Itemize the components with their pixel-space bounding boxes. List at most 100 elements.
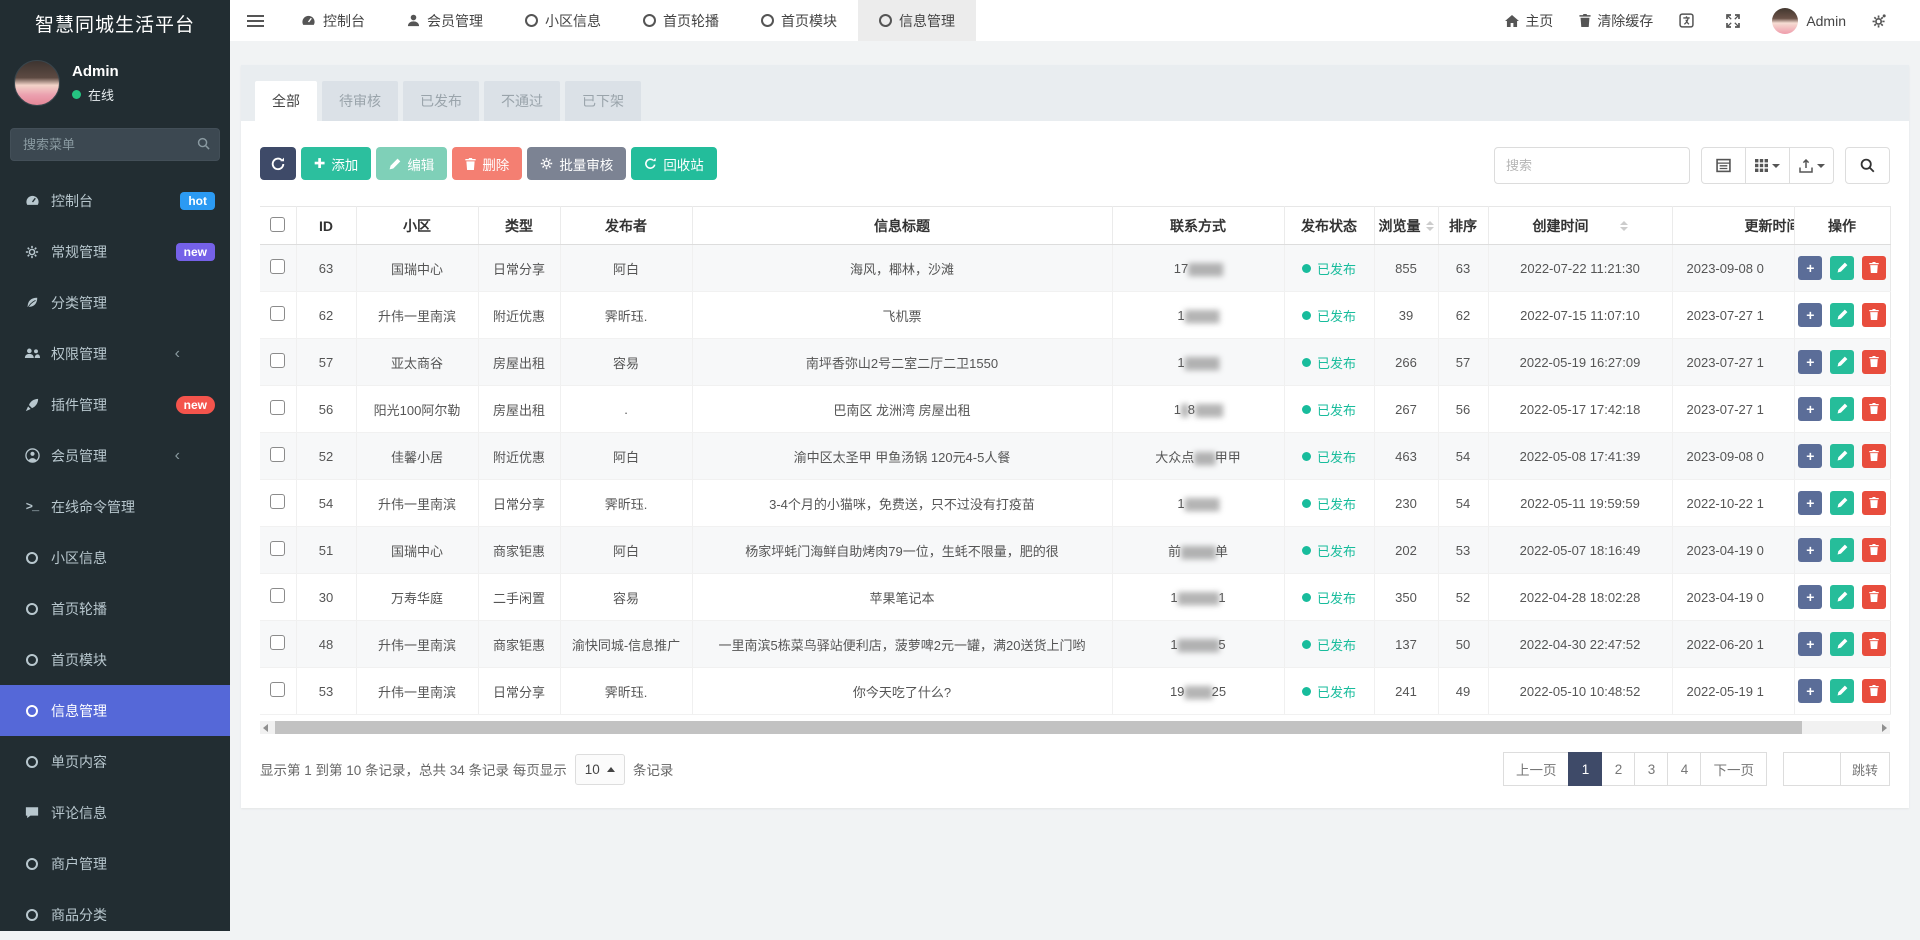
row-detail-button[interactable]: +: [1798, 632, 1822, 656]
row-checkbox[interactable]: [270, 353, 285, 368]
row-delete-button[interactable]: [1862, 350, 1886, 374]
tab-offline[interactable]: 已下架: [565, 81, 641, 121]
home-link[interactable]: 主页: [1492, 11, 1566, 31]
settings-button[interactable]: [1859, 13, 1906, 28]
row-edit-button[interactable]: [1830, 397, 1854, 421]
sidebar-item-merchants[interactable]: 商户管理: [0, 838, 230, 889]
sidebar-item-home-carousel[interactable]: 首页轮播: [0, 583, 230, 634]
delete-button[interactable]: 删除: [452, 147, 522, 180]
tab-all[interactable]: 全部: [255, 81, 317, 121]
sidebar-item-dashboard[interactable]: 控制台 hot: [0, 175, 230, 226]
nav-tab-dashboard[interactable]: 控制台: [280, 0, 386, 41]
table-search-input[interactable]: [1494, 147, 1690, 184]
row-delete-button[interactable]: [1862, 491, 1886, 515]
row-checkbox[interactable]: [270, 259, 285, 274]
page-button-3[interactable]: 3: [1634, 752, 1668, 786]
sidebar-item-comments[interactable]: 评论信息: [0, 787, 230, 838]
jump-button[interactable]: 跳转: [1840, 752, 1890, 786]
row-detail-button[interactable]: +: [1798, 585, 1822, 609]
scroll-left-icon[interactable]: [263, 724, 268, 732]
row-checkbox[interactable]: [270, 494, 285, 509]
nav-tab-info-management[interactable]: 信息管理: [858, 0, 976, 41]
sidebar-item-community-info[interactable]: 小区信息: [0, 532, 230, 583]
row-detail-button[interactable]: +: [1798, 679, 1822, 703]
detail-view-button[interactable]: [1701, 147, 1746, 184]
tab-pending[interactable]: 待审核: [322, 81, 398, 121]
row-detail-button[interactable]: +: [1798, 491, 1822, 515]
refresh-button[interactable]: [260, 147, 296, 180]
fullscreen-button[interactable]: [1713, 14, 1759, 28]
language-button[interactable]: [1666, 13, 1713, 28]
row-detail-button[interactable]: +: [1798, 350, 1822, 374]
clear-cache-button[interactable]: 清除缓存: [1566, 11, 1666, 31]
nav-tab-community-info[interactable]: 小区信息: [504, 0, 622, 41]
edit-button[interactable]: 编辑: [376, 147, 447, 180]
row-edit-button[interactable]: [1830, 444, 1854, 468]
col-updated[interactable]: 更新时间: [1672, 207, 1794, 245]
row-edit-button[interactable]: [1830, 585, 1854, 609]
row-checkbox[interactable]: [270, 682, 285, 697]
row-delete-button[interactable]: [1862, 679, 1886, 703]
tab-rejected[interactable]: 不通过: [484, 81, 560, 121]
row-delete-button[interactable]: [1862, 444, 1886, 468]
row-delete-button[interactable]: [1862, 538, 1886, 562]
columns-button[interactable]: [1745, 147, 1790, 184]
jump-page-input[interactable]: [1783, 752, 1841, 786]
page-button-2[interactable]: 2: [1601, 752, 1635, 786]
page-button-1[interactable]: 1: [1568, 752, 1602, 786]
row-edit-button[interactable]: [1830, 632, 1854, 656]
row-edit-button[interactable]: [1830, 303, 1854, 327]
user-menu[interactable]: Admin: [1759, 8, 1859, 34]
sidebar-search-input[interactable]: [10, 128, 220, 161]
page-button-4[interactable]: 4: [1667, 752, 1701, 786]
row-checkbox[interactable]: [270, 541, 285, 556]
batch-audit-button[interactable]: 批量审核: [527, 147, 626, 180]
row-checkbox[interactable]: [270, 400, 285, 415]
menu-toggle-icon[interactable]: [230, 0, 280, 41]
page-size-select[interactable]: 10: [575, 754, 625, 785]
row-delete-button[interactable]: [1862, 256, 1886, 280]
recycle-bin-button[interactable]: 回收站: [631, 147, 717, 180]
col-views[interactable]: 浏览量: [1374, 207, 1438, 245]
sidebar-item-category[interactable]: 分类管理: [0, 277, 230, 328]
sidebar-item-plugins[interactable]: 插件管理 new: [0, 379, 230, 430]
row-detail-button[interactable]: +: [1798, 303, 1822, 327]
select-all-checkbox[interactable]: [270, 217, 285, 232]
row-checkbox[interactable]: [270, 588, 285, 603]
row-delete-button[interactable]: [1862, 303, 1886, 327]
row-checkbox[interactable]: [270, 635, 285, 650]
nav-tab-home-carousel[interactable]: 首页轮播: [622, 0, 740, 41]
nav-tab-home-modules[interactable]: 首页模块: [740, 0, 858, 41]
row-edit-button[interactable]: [1830, 679, 1854, 703]
row-detail-button[interactable]: +: [1798, 397, 1822, 421]
search-button[interactable]: [1845, 147, 1890, 184]
row-detail-button[interactable]: +: [1798, 256, 1822, 280]
sidebar-item-members[interactable]: 会员管理 ‹: [0, 430, 230, 481]
row-delete-button[interactable]: [1862, 397, 1886, 421]
row-checkbox[interactable]: [270, 447, 285, 462]
row-delete-button[interactable]: [1862, 632, 1886, 656]
row-detail-button[interactable]: +: [1798, 444, 1822, 468]
add-button[interactable]: ✚添加: [301, 147, 371, 180]
row-edit-button[interactable]: [1830, 491, 1854, 515]
tab-published[interactable]: 已发布: [403, 81, 479, 121]
sidebar-item-home-modules[interactable]: 首页模块: [0, 634, 230, 685]
export-button[interactable]: [1789, 147, 1834, 184]
nav-tab-members[interactable]: 会员管理: [386, 0, 504, 41]
scroll-right-icon[interactable]: [1882, 724, 1887, 732]
sidebar-item-general[interactable]: 常规管理 new: [0, 226, 230, 277]
row-edit-button[interactable]: [1830, 538, 1854, 562]
row-detail-button[interactable]: +: [1798, 538, 1822, 562]
sidebar-item-info-management[interactable]: 信息管理: [0, 685, 230, 736]
scrollbar-thumb[interactable]: [275, 721, 1802, 734]
sidebar-item-single-page[interactable]: 单页内容: [0, 736, 230, 787]
sidebar-item-product-category[interactable]: 商品分类: [0, 889, 230, 940]
next-page-button[interactable]: 下一页: [1700, 752, 1767, 786]
sidebar-item-permission[interactable]: 权限管理 ‹: [0, 328, 230, 379]
row-checkbox[interactable]: [270, 306, 285, 321]
horizontal-scrollbar[interactable]: [260, 721, 1890, 734]
sidebar-item-commands[interactable]: >_ 在线命令管理: [0, 481, 230, 532]
row-delete-button[interactable]: [1862, 585, 1886, 609]
row-edit-button[interactable]: [1830, 350, 1854, 374]
prev-page-button[interactable]: 上一页: [1503, 752, 1570, 786]
